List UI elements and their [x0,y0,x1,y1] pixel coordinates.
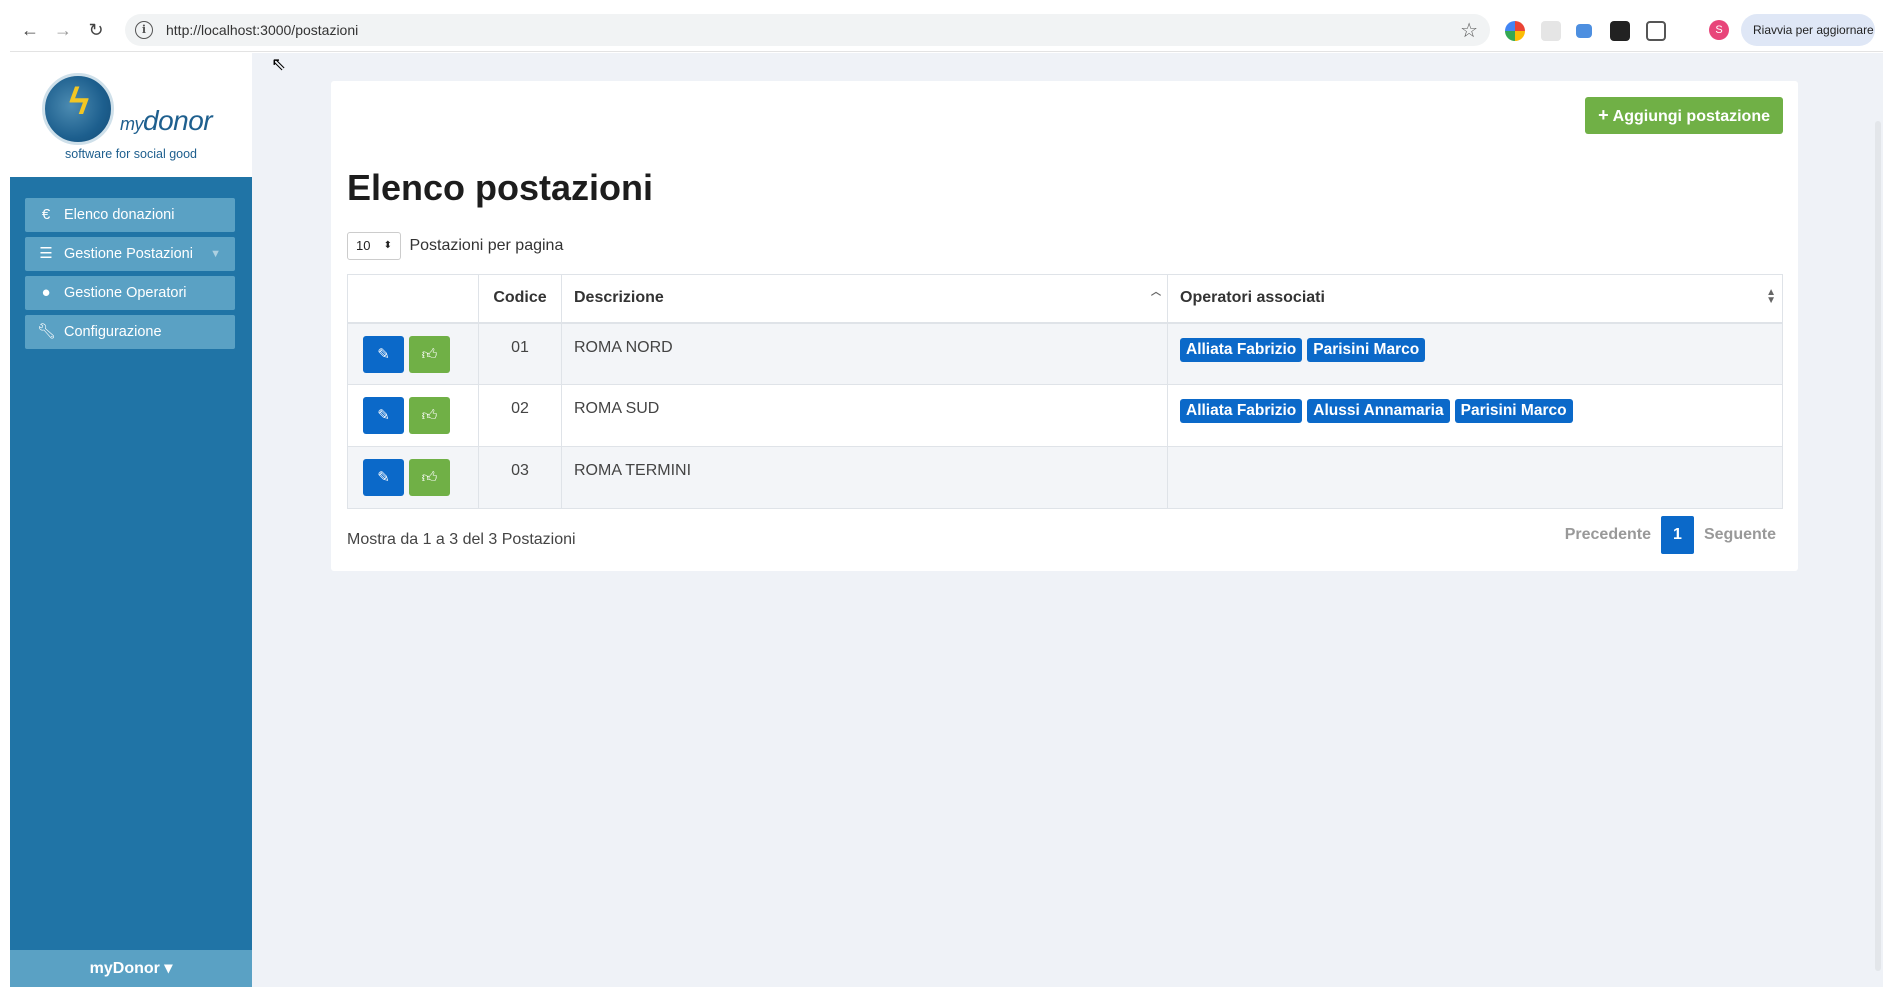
cell-operatori: Alliata Fabrizio Parisini Marco [1167,322,1783,385]
user-menu-button[interactable]: myDonor ▾ [10,950,252,987]
postazioni-card: + Aggiungi postazione Elenco postazioni 1… [331,81,1798,571]
update-button[interactable]: Riavvia per aggiornare [1741,14,1875,46]
column-header-actions [347,274,479,324]
sidebar-item-label: Gestione Operatori [64,285,187,301]
cell-descrizione: ROMA TERMINI [561,446,1168,509]
sidebar-item-label: Elenco donazioni [64,207,175,223]
chevron-down-icon: ▼ [210,248,221,260]
plus-icon: + [1598,105,1609,125]
thumbs-up-icon[interactable]: 👍︎ [409,459,450,496]
edit-pencil-icon[interactable]: ✎ [363,459,404,496]
operator-badge[interactable]: Parisini Marco [1454,399,1573,423]
sort-asc-icon: ︿ [1151,287,1161,298]
thumbs-up-icon[interactable]: 👍︎ [409,397,450,434]
table-header-row: Codice Descrizione ︿ Operatori associati ▲… [347,274,1783,324]
site-info-icon[interactable]: i [135,21,153,39]
page-length-label: Postazioni per pagina [409,237,564,254]
logo[interactable]: ϟ mydonor software for social good [10,53,252,177]
pagination-previous[interactable]: Precedente [1555,516,1661,554]
row-actions: ✎ 👍︎ [347,446,479,509]
table-info: Mostra da 1 a 3 del 3 Postazioni [347,531,576,548]
page-length-select[interactable]: 10 ⬍ [347,232,401,260]
operator-badge[interactable]: Alliata Fabrizio [1180,337,1303,362]
extension-color-icon[interactable] [1505,21,1525,41]
profile-avatar[interactable]: S [1709,20,1729,40]
column-header-operatori[interactable]: Operatori associati ▲ ▼ [1167,274,1783,324]
table-row: ✎ 👍︎ 01 ROMA NORD Alliata Fabrizio Parisin… [347,322,1783,385]
mouse-cursor-icon: ⇖ [271,54,287,74]
postazioni-table: Codice Descrizione ︿ Operatori associati ▲… [347,274,1783,509]
edit-pencil-icon[interactable]: ✎ [363,335,404,373]
row-actions: ✎ 👍︎ [347,322,479,385]
table-row: ✎ 👍︎ 03 ROMA TERMINI [347,446,1783,509]
operator-badge[interactable]: Alussi Annamaria [1307,399,1450,423]
sidebar-item-configurazione[interactable]: 🔧︎ Configurazione [25,315,235,349]
url-text: http://localhost:3000/postazioni [166,22,359,38]
sidebar-menu: € Elenco donazioni ☰ Gestione Postazioni… [25,198,235,354]
add-postazione-button[interactable]: + Aggiungi postazione [1585,97,1783,134]
euro-icon: € [41,206,51,223]
operator-badge[interactable]: Parisini Marco [1307,337,1426,362]
logo-tagline: software for social good [65,147,198,161]
sidebar-item-label: Gestione Postazioni [64,246,193,262]
sidebar-item-gestione-postazioni[interactable]: ☰ Gestione Postazioni ▼ [25,237,235,271]
browser-toolbar: ← → ↻ i http://localhost:3000/postazioni… [10,8,1883,52]
browser-menu-icon[interactable]: ⋮ [1876,18,1883,38]
cell-operatori [1167,446,1783,509]
column-header-codice[interactable]: Codice [478,274,562,324]
bookmark-star-icon[interactable]: ☆ [1460,18,1478,43]
forward-arrow-icon[interactable]: → [51,18,75,42]
cell-codice: 01 [478,322,562,385]
pagination-page-1[interactable]: 1 [1660,516,1694,554]
pagination-next[interactable]: Seguente [1694,516,1786,554]
select-arrows-icon: ⬍ [383,240,392,251]
logo-brand: mydonor [120,105,213,136]
extension-tag-icon[interactable] [1576,24,1592,38]
cell-codice: 03 [478,446,562,509]
edit-pencil-icon[interactable]: ✎ [363,397,404,434]
pagination: Precedente 1 Seguente [1555,516,1786,554]
column-header-descrizione[interactable]: Descrizione ︿ [561,274,1168,324]
wrench-icon: 🔧︎ [37,323,57,340]
page-length-control: 10 ⬍ Postazioni per pagina [347,232,563,260]
table-row: ✎ 👍︎ 02 ROMA SUD Alliata Fabrizio Alussi A… [347,384,1783,447]
cell-codice: 02 [478,384,562,447]
extensions-puzzle-icon[interactable] [1646,21,1666,41]
cell-operatori: Alliata Fabrizio Alussi Annamaria Parisini… [1167,384,1783,447]
back-arrow-icon[interactable]: ← [18,18,42,42]
extension-font-icon[interactable] [1610,21,1630,41]
row-actions: ✎ 👍︎ [347,384,479,447]
sidebar-item-label: Configurazione [64,324,162,340]
cell-descrizione: ROMA SUD [561,384,1168,447]
user-icon: ● [41,284,51,301]
address-bar[interactable]: i http://localhost:3000/postazioni ☆ [125,14,1490,46]
sort-both-icon: ▲ ▼ [1766,287,1776,306]
page-title: Elenco postazioni [347,167,654,208]
sidebar-item-elenco-donazioni[interactable]: € Elenco donazioni [25,198,235,232]
extension-blank-icon[interactable] [1541,21,1561,41]
logo-mark-icon: ϟ [42,73,114,145]
main-content: + Aggiungi postazione Elenco postazioni 1… [252,53,1883,987]
list-icon: ☰ [39,245,53,262]
sidebar: ϟ mydonor software for social good € Ele… [10,53,252,987]
operator-badge[interactable]: Alliata Fabrizio [1180,399,1303,423]
sidebar-item-gestione-operatori[interactable]: ● Gestione Operatori [25,276,235,310]
page-scrollbar[interactable] [1875,121,1881,971]
reload-icon[interactable]: ↻ [84,18,108,42]
cell-descrizione: ROMA NORD [561,322,1168,385]
thumbs-up-icon[interactable]: 👍︎ [409,335,450,373]
